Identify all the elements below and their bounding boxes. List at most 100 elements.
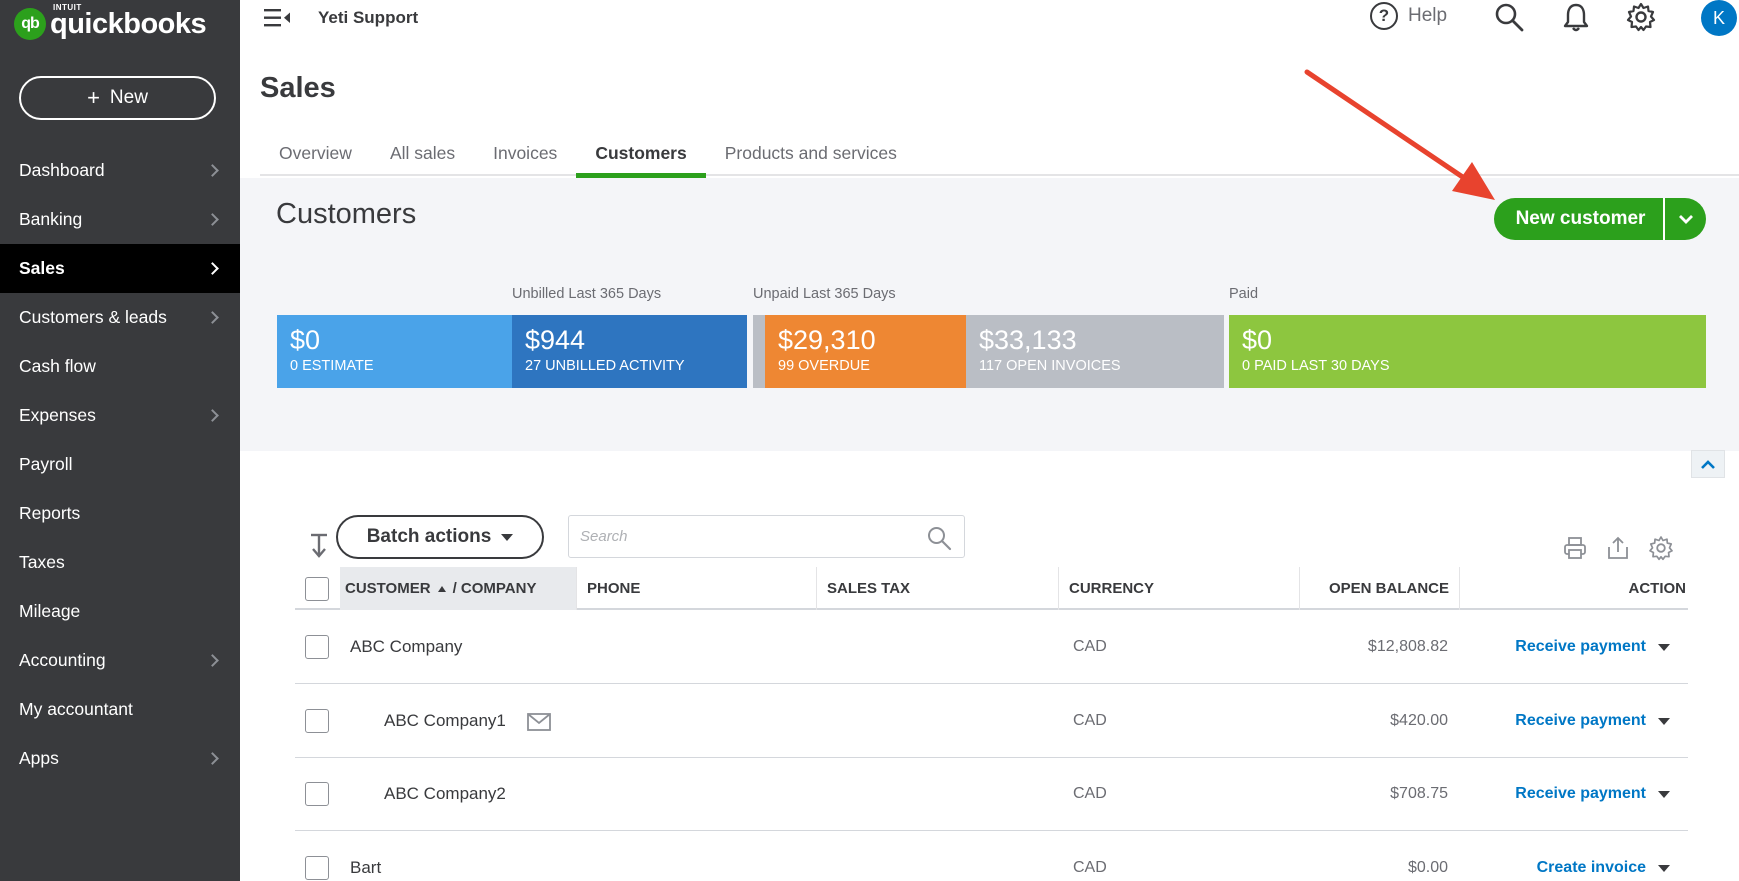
sidebar-item-label: Reports bbox=[19, 503, 81, 523]
chevron-down-icon bbox=[1678, 215, 1693, 224]
new-customer-label: New customer bbox=[1515, 208, 1646, 229]
chevron-right-icon bbox=[206, 164, 219, 177]
create-invoice-link[interactable]: Create invoice bbox=[1537, 859, 1646, 877]
table-row[interactable]: ABC Company CAD $12,808.82 Receive payme… bbox=[295, 611, 1688, 684]
sidebar-item-expenses[interactable]: Expenses bbox=[0, 391, 240, 440]
customer-name-link[interactable]: ABC Company1 bbox=[384, 711, 506, 731]
row-checkbox[interactable] bbox=[305, 856, 329, 880]
currency-cell: CAD bbox=[1073, 859, 1107, 876]
column-header-currency[interactable]: CURRENCY bbox=[1059, 567, 1300, 610]
sidebar-item-sales[interactable]: Sales bbox=[0, 244, 240, 293]
customer-search-input[interactable]: Search bbox=[568, 515, 965, 558]
chevron-right-icon bbox=[206, 262, 219, 275]
customer-name-link[interactable]: ABC Company bbox=[350, 637, 462, 657]
column-header-phone[interactable]: PHONE bbox=[577, 567, 817, 610]
receive-payment-link[interactable]: Receive payment bbox=[1515, 712, 1646, 730]
unbilled-caption: 27 UNBILLED ACTIVITY bbox=[525, 358, 685, 374]
bell-icon[interactable] bbox=[1561, 2, 1591, 32]
chevron-up-icon bbox=[1701, 459, 1715, 469]
tab-customers[interactable]: Customers bbox=[576, 130, 707, 178]
sidebar-item-cash-flow[interactable]: Cash flow bbox=[0, 342, 240, 391]
new-customer-button[interactable]: New customer bbox=[1494, 198, 1706, 240]
print-icon[interactable] bbox=[1562, 535, 1588, 561]
row-checkbox[interactable] bbox=[305, 709, 329, 733]
sidebar-item-accounting[interactable]: Accounting bbox=[0, 636, 240, 685]
customer-name-link[interactable]: ABC Company2 bbox=[384, 784, 506, 804]
export-icon[interactable] bbox=[1605, 535, 1631, 561]
tab-invoices[interactable]: Invoices bbox=[474, 130, 576, 176]
new-button[interactable]: + New bbox=[19, 76, 216, 120]
receive-payment-link[interactable]: Receive payment bbox=[1515, 785, 1646, 803]
table-row[interactable]: ABC Company1 CAD $420.00 Receive payment bbox=[295, 685, 1688, 758]
section-title: Customers bbox=[276, 198, 417, 230]
batch-actions-button[interactable]: Batch actions bbox=[336, 515, 544, 559]
row-action[interactable]: Receive payment bbox=[1515, 785, 1670, 803]
overdue-amount: $29,310 bbox=[778, 325, 876, 355]
row-action[interactable]: Receive payment bbox=[1515, 638, 1670, 656]
collapse-menu-icon[interactable] bbox=[263, 6, 291, 30]
money-bar-overdue[interactable]: $29,310 99 OVERDUE bbox=[765, 315, 966, 388]
column-header-customer[interactable]: CUSTOMER / COMPANY bbox=[340, 567, 577, 610]
sidebar-item-label: Dashboard bbox=[19, 160, 105, 180]
page-title: Sales bbox=[260, 72, 336, 104]
sidebar-item-taxes[interactable]: Taxes bbox=[0, 538, 240, 587]
tab-products-and-services[interactable]: Products and services bbox=[706, 130, 916, 176]
column-header-sales-tax[interactable]: SALES TAX bbox=[817, 567, 1059, 610]
sidebar-item-dashboard[interactable]: Dashboard bbox=[0, 146, 240, 195]
sidebar-item-label: Apps bbox=[19, 748, 59, 768]
plus-icon: + bbox=[87, 85, 100, 110]
company-name[interactable]: Yeti Support bbox=[318, 8, 418, 28]
sort-arrow-icon[interactable] bbox=[307, 530, 333, 560]
user-avatar[interactable]: K bbox=[1701, 0, 1737, 36]
money-bar-unbilled[interactable]: $944 27 UNBILLED ACTIVITY bbox=[512, 315, 747, 388]
row-checkbox[interactable] bbox=[305, 635, 329, 659]
sidebar-item-customers-leads[interactable]: Customers & leads bbox=[0, 293, 240, 342]
quickbooks-logo[interactable]: qb INTUIT quickbooks bbox=[14, 3, 207, 42]
row-action[interactable]: Receive payment bbox=[1515, 712, 1670, 730]
collapse-panel-button[interactable] bbox=[1691, 450, 1725, 478]
help-button[interactable]: ? Help bbox=[1370, 2, 1447, 30]
sidebar-item-label: Mileage bbox=[19, 601, 81, 621]
batch-actions-label: Batch actions bbox=[366, 526, 492, 547]
row-checkbox[interactable] bbox=[305, 782, 329, 806]
caret-down-icon[interactable] bbox=[1658, 790, 1670, 798]
sales-tabs: Overview All sales Invoices Customers Pr… bbox=[260, 130, 1739, 178]
table-row[interactable]: ABC Company2 CAD $708.75 Receive payment bbox=[295, 758, 1688, 831]
chevron-right-icon bbox=[206, 752, 219, 765]
overdue-caption: 99 OVERDUE bbox=[778, 358, 870, 374]
currency-cell: CAD bbox=[1073, 785, 1107, 802]
money-bar-open-invoices[interactable]: $33,133 117 OPEN INVOICES bbox=[966, 315, 1224, 388]
sidebar-item-apps[interactable]: Apps bbox=[0, 734, 240, 783]
logo-brand-text: quickbooks bbox=[50, 8, 207, 40]
envelope-icon[interactable] bbox=[527, 713, 551, 731]
receive-payment-link[interactable]: Receive payment bbox=[1515, 638, 1646, 656]
table-settings-gear-icon[interactable] bbox=[1648, 535, 1674, 561]
select-all-checkbox[interactable] bbox=[305, 577, 329, 601]
caret-down-icon[interactable] bbox=[1658, 864, 1670, 872]
column-header-open-balance[interactable]: OPEN BALANCE bbox=[1300, 567, 1460, 610]
sidebar-item-label: Cash flow bbox=[19, 356, 96, 376]
paid-amount: $0 bbox=[1242, 325, 1273, 355]
open-balance-cell: $0.00 bbox=[1407, 859, 1448, 876]
caret-down-icon[interactable] bbox=[1658, 643, 1670, 651]
new-customer-dropdown[interactable] bbox=[1663, 198, 1706, 240]
sidebar-item-mileage[interactable]: Mileage bbox=[0, 587, 240, 636]
search-icon[interactable] bbox=[1494, 2, 1524, 32]
sidebar-item-payroll[interactable]: Payroll bbox=[0, 440, 240, 489]
sidebar-item-label: Customers & leads bbox=[19, 307, 167, 327]
gear-icon[interactable] bbox=[1626, 2, 1656, 32]
unbilled-label: Unbilled Last 365 Days bbox=[512, 286, 662, 302]
sidebar-item-label: My accountant bbox=[19, 699, 133, 719]
caret-down-icon[interactable] bbox=[1658, 717, 1670, 725]
tab-overview[interactable]: Overview bbox=[260, 130, 371, 176]
table-row[interactable]: Bart CAD $0.00 Create invoice bbox=[295, 832, 1688, 881]
customer-name-link[interactable]: Bart bbox=[350, 858, 381, 878]
row-action[interactable]: Create invoice bbox=[1537, 859, 1670, 877]
money-bar-unpaid-sliver bbox=[753, 315, 765, 388]
money-bar-estimate[interactable]: $0 0 ESTIMATE bbox=[277, 315, 512, 388]
tab-all-sales[interactable]: All sales bbox=[371, 130, 474, 176]
sidebar-item-my-accountant[interactable]: My accountant bbox=[0, 685, 240, 734]
money-bar-paid[interactable]: $0 0 PAID LAST 30 DAYS bbox=[1229, 315, 1706, 388]
sidebar-item-reports[interactable]: Reports bbox=[0, 489, 240, 538]
sidebar-item-banking[interactable]: Banking bbox=[0, 195, 240, 244]
